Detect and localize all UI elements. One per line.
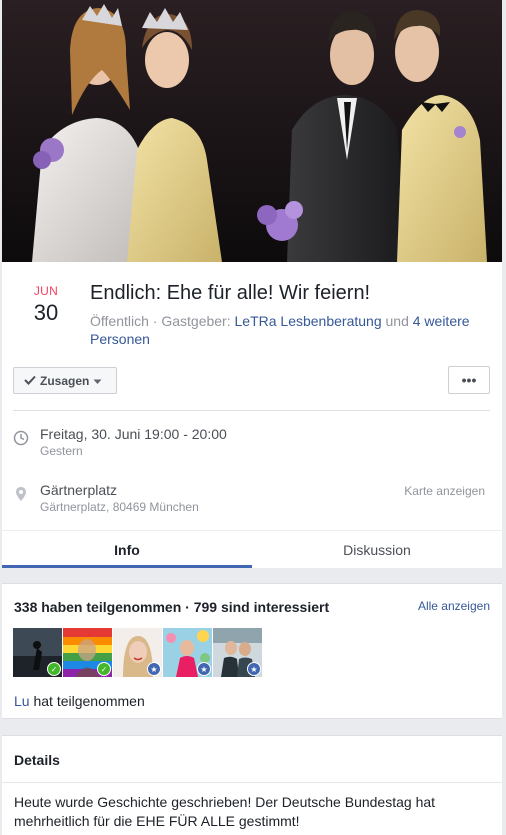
- event-time-row: Freitag, 30. Juni 19:00 - 20:00 Gestern: [13, 426, 490, 466]
- event-visibility: Öffentlich: [90, 313, 149, 329]
- event-time: Freitag, 30. Juni 19:00 - 20:00: [40, 426, 227, 442]
- see-all-link[interactable]: Alle anzeigen: [418, 599, 490, 613]
- host-link[interactable]: LeTRa Lesbenberatung: [235, 313, 382, 329]
- event-title: Endlich: Ehe für alle! Wir feiern!: [90, 282, 371, 304]
- avatar[interactable]: ★: [113, 628, 162, 677]
- event-location-row[interactable]: Gärtnerplatz Gärtnerplatz, 80469 München…: [13, 482, 490, 522]
- event-header-card: JUN 30 Endlich: Ehe für alle! Wir feiern…: [2, 262, 502, 568]
- attendee-name-link[interactable]: Lu: [14, 693, 30, 709]
- more-options-button[interactable]: •••: [448, 366, 490, 394]
- rsvp-label: Zusagen: [40, 373, 90, 388]
- details-card: Details Heute wurde Geschichte geschrieb…: [2, 735, 502, 835]
- avatar[interactable]: ✓: [13, 628, 62, 677]
- details-text: Heute wurde Geschichte geschrieben! Der …: [14, 794, 436, 829]
- host-joiner: und: [385, 313, 409, 329]
- attendee-avatars: ✓ ✓ ★ ★ ★: [13, 628, 262, 677]
- location-name: Gärtnerplatz: [40, 482, 118, 498]
- attendance-summary: 338 haben teilgenommen · 799 sind intere…: [14, 599, 330, 615]
- divider: [13, 410, 490, 411]
- event-date: JUN 30: [20, 284, 72, 326]
- chevron-down-icon: [93, 374, 102, 388]
- show-map-link[interactable]: Karte anzeigen: [404, 484, 485, 498]
- host-prefix: Gastgeber:: [161, 313, 231, 329]
- attendee-note: Lu hat teilgenommen: [14, 693, 145, 709]
- event-month: JUN: [33, 284, 59, 298]
- cover-photo[interactable]: [2, 0, 502, 262]
- interested-star-icon: ★: [247, 662, 261, 676]
- avatar[interactable]: ★: [163, 628, 212, 677]
- clock-icon: [13, 430, 29, 446]
- location-address: Gärtnerplatz, 80469 München: [40, 500, 199, 514]
- event-relative-time: Gestern: [40, 444, 83, 458]
- attended-check-icon: ✓: [97, 662, 111, 676]
- attendee-status: hat teilgenommen: [33, 693, 145, 709]
- event-tabs: Info Diskussion: [2, 530, 502, 568]
- tab-info[interactable]: Info: [2, 531, 252, 568]
- details-title: Details: [14, 752, 60, 768]
- cover-image: [2, 0, 502, 262]
- location-pin-icon: [13, 486, 29, 502]
- attendance-card: 338 haben teilgenommen · 799 sind intere…: [2, 583, 502, 719]
- divider: [2, 782, 502, 783]
- interested-star-icon: ★: [147, 662, 161, 676]
- attended-check-icon: ✓: [47, 662, 61, 676]
- avatar[interactable]: ★: [213, 628, 262, 677]
- event-host-line: Öffentlich · Gastgeber: LeTRa Lesbenbera…: [90, 312, 490, 348]
- rsvp-button[interactable]: Zusagen: [13, 367, 117, 394]
- event-day: 30: [33, 300, 59, 325]
- tab-discussion[interactable]: Diskussion: [252, 531, 502, 568]
- interested-star-icon: ★: [197, 662, 211, 676]
- avatar[interactable]: ✓: [63, 628, 112, 677]
- check-icon: [24, 374, 36, 388]
